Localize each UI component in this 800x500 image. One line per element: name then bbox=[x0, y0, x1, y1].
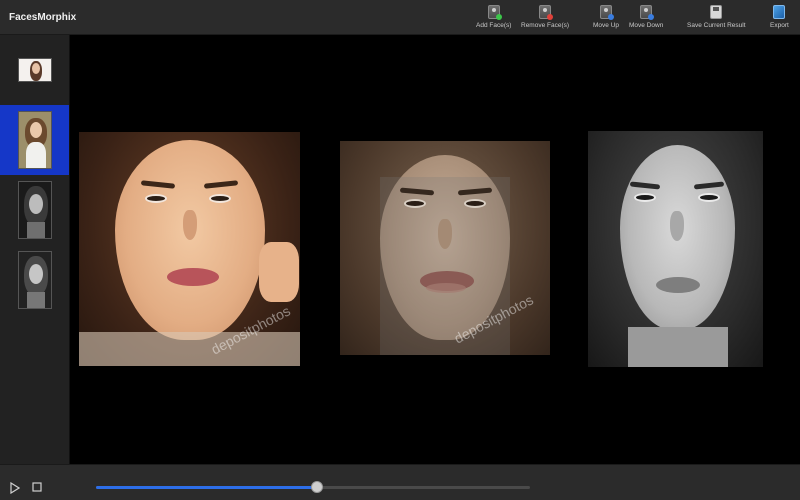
move-up-label: Move Up bbox=[593, 22, 620, 29]
play-icon bbox=[10, 481, 21, 495]
face-thumbnail-4[interactable] bbox=[0, 245, 69, 315]
add-face-button[interactable]: Add Face(s) bbox=[476, 5, 511, 33]
add-face-label: Add Face(s) bbox=[476, 22, 512, 29]
face-thumbnail-2[interactable] bbox=[0, 105, 69, 175]
face-thumbnail-image bbox=[17, 58, 52, 82]
app-title: FacesMorphix bbox=[9, 12, 77, 23]
face-thumbnail-image bbox=[17, 251, 52, 309]
move-up-button[interactable]: Move Up bbox=[593, 5, 619, 33]
playback-bar bbox=[0, 464, 800, 500]
toolbar: FacesMorphix Add Face(s) Remove Face(s) … bbox=[0, 0, 800, 35]
move-up-icon bbox=[600, 5, 614, 20]
move-down-button[interactable]: Move Down bbox=[629, 5, 663, 33]
remove-face-button[interactable]: Remove Face(s) bbox=[521, 5, 569, 33]
move-down-icon bbox=[640, 5, 655, 20]
remove-face-icon bbox=[539, 5, 554, 20]
morph-stage: depositphotos depositphotos bbox=[70, 35, 800, 464]
play-button[interactable] bbox=[10, 481, 21, 499]
remove-face-label: Remove Face(s) bbox=[521, 22, 570, 29]
save-result-label: Save Current Result bbox=[687, 22, 746, 29]
morph-result-image: depositphotos bbox=[340, 141, 550, 355]
face-thumbnail-1[interactable] bbox=[0, 35, 69, 105]
save-icon bbox=[710, 5, 723, 19]
add-face-icon bbox=[487, 5, 502, 20]
slider-knob[interactable] bbox=[311, 481, 324, 493]
face-thumbnail-3[interactable] bbox=[0, 175, 69, 245]
stop-button[interactable] bbox=[32, 482, 42, 492]
source-face-image: depositphotos bbox=[79, 132, 300, 366]
export-label: Export bbox=[770, 22, 789, 29]
face-thumbnail-image bbox=[17, 111, 52, 169]
export-button[interactable]: Export bbox=[770, 5, 789, 33]
morph-progress-slider[interactable] bbox=[96, 481, 530, 493]
stop-icon bbox=[32, 482, 42, 492]
save-result-button[interactable]: Save Current Result bbox=[687, 5, 746, 33]
target-face-image bbox=[588, 131, 763, 367]
face-thumbnail-image bbox=[17, 181, 52, 239]
export-icon bbox=[773, 5, 786, 19]
face-list-sidebar bbox=[0, 35, 70, 464]
slider-fill bbox=[96, 486, 318, 489]
move-down-label: Move Down bbox=[629, 22, 664, 29]
